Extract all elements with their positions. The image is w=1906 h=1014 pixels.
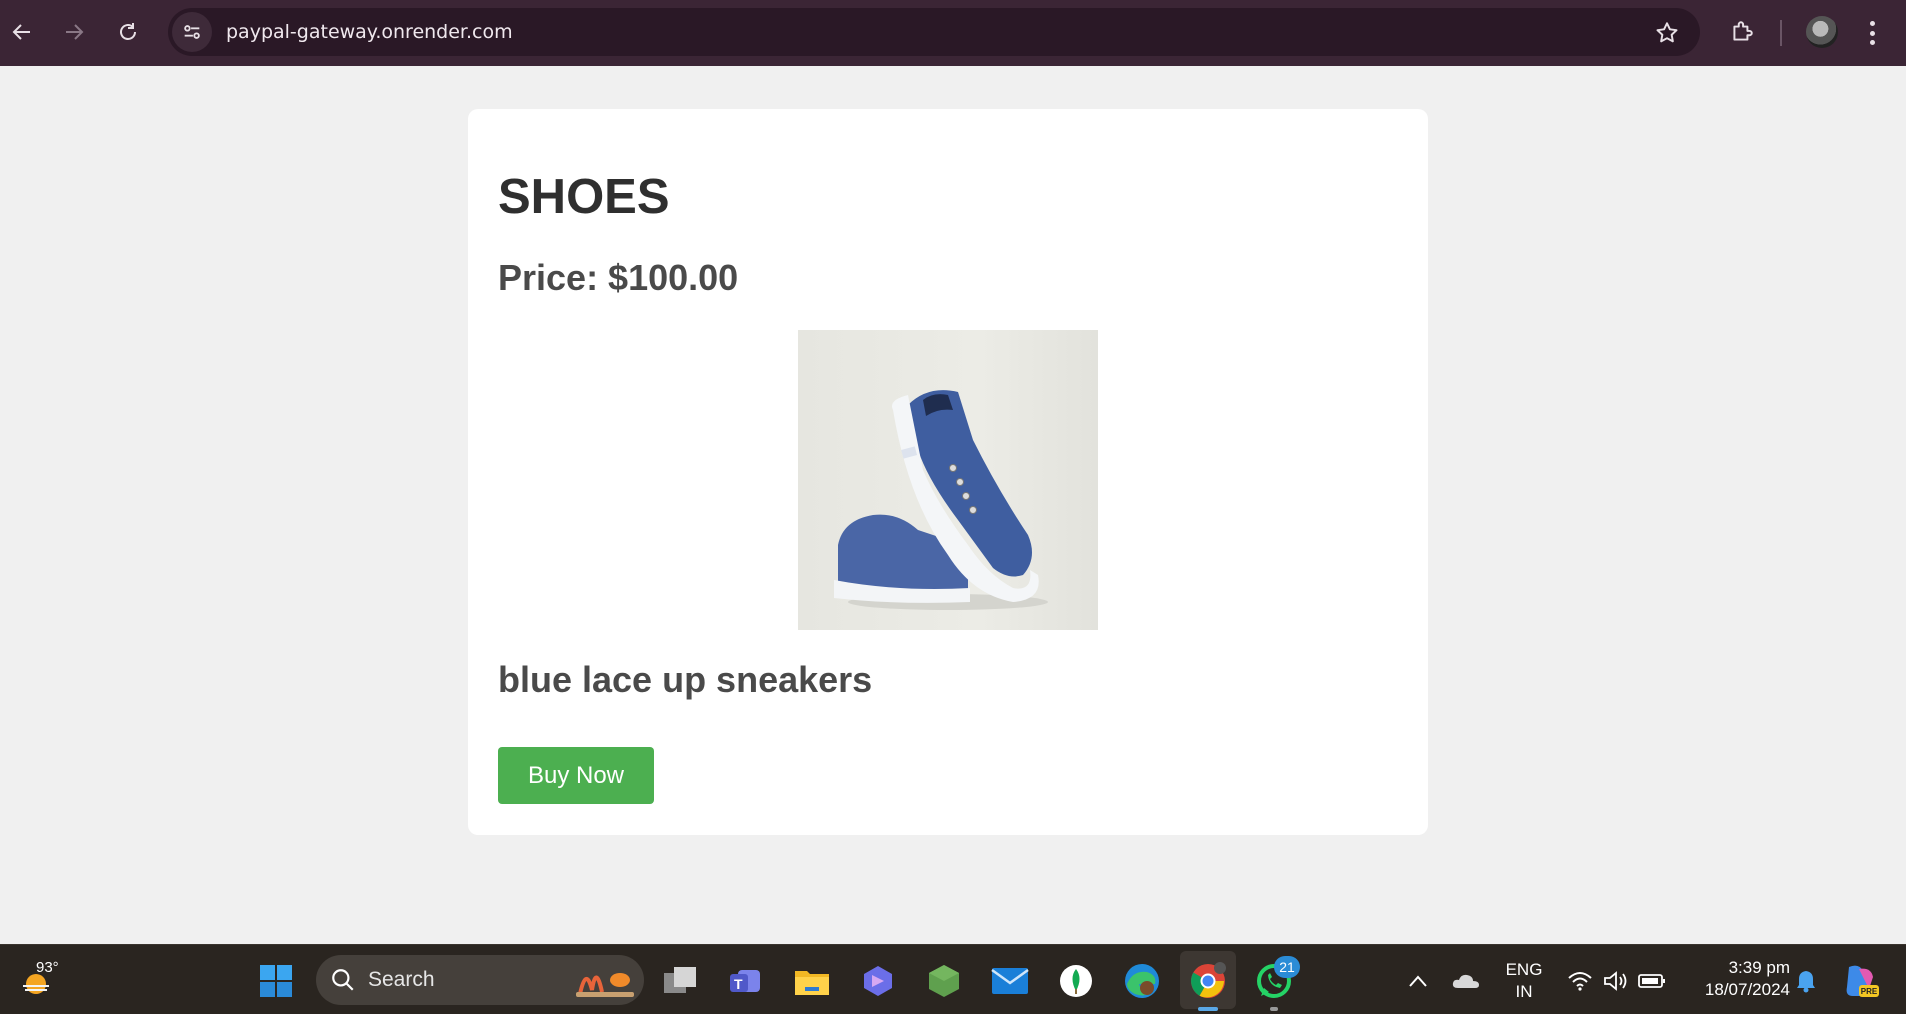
chevron-up-icon[interactable] (1396, 959, 1440, 1003)
copilot-app-icon[interactable] (856, 959, 900, 1003)
product-title: SHOES (498, 170, 670, 224)
running-app-indicator (1270, 1007, 1278, 1011)
edge-icon[interactable] (1120, 959, 1164, 1003)
search-icon (332, 969, 354, 991)
browser-toolbar: paypal-gateway.onrender.com (0, 0, 1906, 66)
product-price: Price: $100.00 (498, 257, 739, 298)
task-view-icon[interactable] (658, 959, 702, 1003)
clock[interactable]: 3:39 pm 18/07/2024 (1680, 957, 1790, 1001)
whatsapp-notification-badge: 21 (1274, 956, 1300, 978)
clock-date: 18/07/2024 (1704, 980, 1790, 999)
file-explorer-icon[interactable] (790, 959, 834, 1003)
weather-temperature: 93° (36, 959, 59, 976)
back-arrow-icon[interactable] (0, 10, 44, 54)
language-region: IN (1515, 982, 1533, 1001)
product-image (798, 330, 1098, 630)
toolbar-divider (1780, 20, 1782, 46)
taskbar-search[interactable]: Search (316, 955, 644, 1005)
language-indicator[interactable]: ENG IN (1498, 959, 1550, 1003)
battery-icon[interactable] (1630, 959, 1674, 1003)
clock-time: 3:39 pm (1728, 958, 1790, 977)
mongodb-icon[interactable] (1054, 959, 1098, 1003)
star-icon[interactable] (1654, 20, 1680, 51)
windows-start-icon[interactable] (254, 959, 298, 1003)
chrome-icon[interactable] (1186, 959, 1230, 1003)
nodejs-icon[interactable] (922, 959, 966, 1003)
copilot-icon[interactable]: PRE (1838, 959, 1882, 1003)
buy-now-button[interactable]: Buy Now (498, 747, 654, 804)
address-bar[interactable]: paypal-gateway.onrender.com (168, 8, 1700, 56)
active-app-indicator (1198, 1007, 1218, 1011)
search-highlight-icon (576, 973, 634, 997)
windows-taskbar: 93° Search T 21 ENG IN 3:39 pm 18/07/202… (0, 944, 1906, 1014)
teams-icon[interactable]: T (724, 959, 768, 1003)
forward-arrow-icon[interactable] (52, 10, 96, 54)
mail-icon[interactable] (988, 959, 1032, 1003)
notification-bell-icon[interactable] (1784, 959, 1828, 1003)
sneaker-illustration (834, 390, 1048, 610)
search-label: Search (368, 968, 435, 991)
product-description: blue lace up sneakers (498, 659, 873, 700)
svg-text:T: T (734, 976, 743, 992)
copilot-pre-label: PRE (1861, 987, 1878, 996)
language-code: ENG (1505, 960, 1543, 979)
reload-icon[interactable] (106, 10, 150, 54)
puzzle-icon[interactable] (1724, 14, 1760, 50)
url-text[interactable]: paypal-gateway.onrender.com (226, 21, 513, 43)
site-settings-icon[interactable] (172, 12, 212, 52)
profile-avatar[interactable] (1806, 16, 1838, 48)
kebab-menu-icon[interactable] (1862, 18, 1882, 48)
onedrive-cloud-icon[interactable] (1444, 959, 1488, 1003)
product-card: SHOES Price: $100.00 blue lace up sneake… (468, 109, 1428, 835)
